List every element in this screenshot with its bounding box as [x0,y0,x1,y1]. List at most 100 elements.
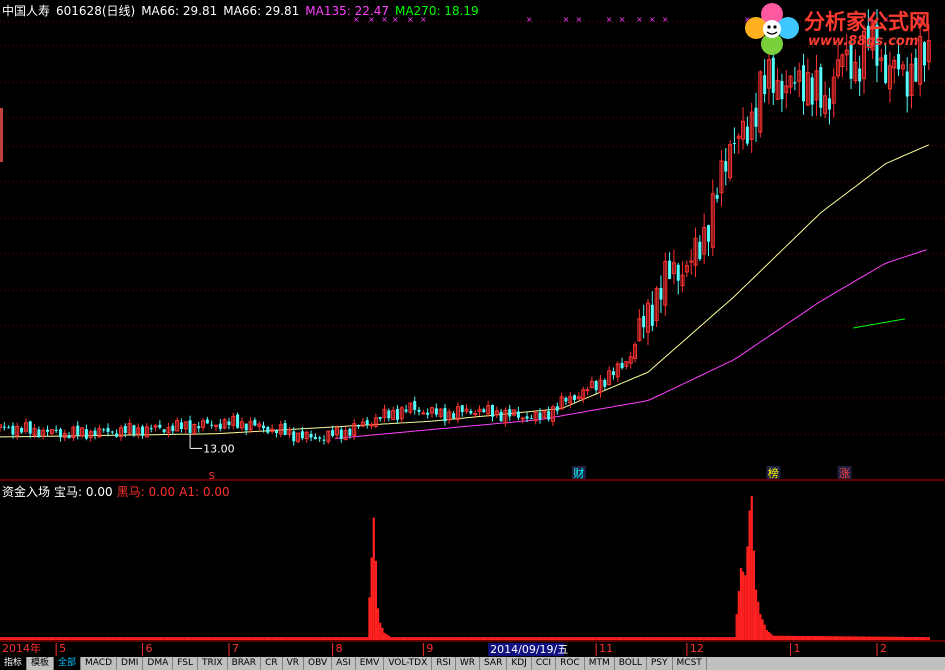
indicator-tab[interactable]: BOLL [615,657,647,670]
indicator-bar [770,633,773,640]
indicator-tab[interactable]: PSY [647,657,673,670]
indicator-bar [664,637,667,640]
indicator-bar [688,637,691,640]
indicator-bar [35,637,38,640]
indicator-tab[interactable]: CCI [532,657,557,670]
indicator-tab[interactable]: TRIX [198,657,228,670]
indicator-bar [415,637,419,640]
indicator-bar [875,636,879,640]
indicator-bar [536,637,540,640]
indicator-bar [519,637,522,640]
indicator-tab[interactable]: VR [283,657,305,670]
indicator-bar [850,636,853,640]
indicator-bar [502,637,505,640]
indicator-tab[interactable]: DMA [143,657,174,670]
indicator-bar [908,636,911,640]
indicator-tab[interactable]: KDJ [507,657,532,670]
indicator-bar [709,637,712,640]
indicator-bar [742,571,745,640]
indicator-bar [863,636,866,640]
indicator-bar [675,637,678,640]
candle-body [244,423,248,431]
indicator-tab[interactable]: 全部 [54,657,82,670]
candle-body [46,429,50,432]
indicator-bar [910,636,913,640]
indicator-bar [575,637,578,640]
indicator-bar [65,637,69,640]
indicator-tab[interactable]: MCST [673,657,707,670]
indicator-bar [189,637,192,640]
indicator-bar [29,637,32,640]
candle-body [300,431,304,439]
indicator-bar [232,637,235,640]
indicator-bar [456,637,460,640]
candle-body [706,225,710,242]
indicator-tab[interactable]: SAR [480,657,508,670]
ma270-label: MA270: 18.19 [394,4,479,18]
candle-body [171,425,175,432]
indicator-bar [156,637,159,640]
indicator-tab[interactable]: 指标 [0,657,28,670]
indicator-bar [469,637,473,640]
indicator-bar [16,637,19,640]
indicator-bar [132,637,136,640]
indicator-bar [539,637,542,640]
indicator-tab[interactable]: BRAR [228,657,262,670]
candle-body [884,54,888,83]
signal-x-marker: × [576,15,583,24]
indicator-tab[interactable]: MACD [81,657,118,670]
indicator-bar [361,637,365,640]
indicator-tab[interactable]: FSL [173,657,198,670]
candle-body [106,427,110,432]
indicator-bar [0,637,2,640]
indicator-bar [59,637,62,640]
indicator-bar [914,637,918,640]
indicator-bar [169,637,172,640]
indicator-bar [603,637,606,640]
indicator-bar [96,637,99,640]
indicator-tab[interactable]: CR [261,657,283,670]
indicator-bar [53,637,56,640]
indicator-bar [893,636,896,640]
indicator-bar [478,637,481,640]
candle-body [404,409,408,412]
price-chart[interactable]: 13.00S财榜涨××××××××××××××××××××× 2014年5678… [0,0,945,670]
indicator-tab[interactable]: MTM [585,657,615,670]
indicator-tab[interactable]: ASI [332,657,356,670]
candle-body [369,424,374,427]
indicator-bar [221,637,224,640]
indicator-bar [176,637,179,640]
indicator-bar [899,636,902,640]
indicator-tab[interactable]: OBV [304,657,333,670]
indicator-tab[interactable]: 模板 [27,657,55,670]
indicator-bar [573,637,576,640]
indicator-bar [286,637,289,640]
indicator-bar [281,637,285,640]
indicator-bar [925,637,928,640]
indicator-tab[interactable]: DMI [117,657,144,670]
candle-body [37,429,41,438]
indicator-bar [439,637,442,640]
moving-averages [0,144,930,439]
indicator-bar [543,637,546,640]
candle-body [331,429,335,436]
indicator-bar [314,637,317,640]
indicator-tab[interactable]: VOL-TDX [384,657,433,670]
indicator-tab[interactable]: WR [456,657,481,670]
signal-x-marker: × [662,15,669,24]
indicator-bar [474,637,477,640]
bm-value: 宝马: 0.00 [54,485,113,499]
indicator-bar [377,608,380,640]
indicator-bar [845,636,848,640]
indicator-bar [746,546,749,640]
indicator-bar [135,637,138,640]
candle-body [76,425,80,436]
candle-body [387,410,391,419]
indicator-tab[interactable]: RSI [432,657,456,670]
indicator-tab[interactable]: ROC [556,657,585,670]
indicator-bar [515,637,518,640]
indicator-bar [597,637,600,640]
indicator-tab[interactable]: EMV [356,657,385,670]
indicator-bar [683,637,686,640]
axis-month-label: 8 [336,642,343,655]
